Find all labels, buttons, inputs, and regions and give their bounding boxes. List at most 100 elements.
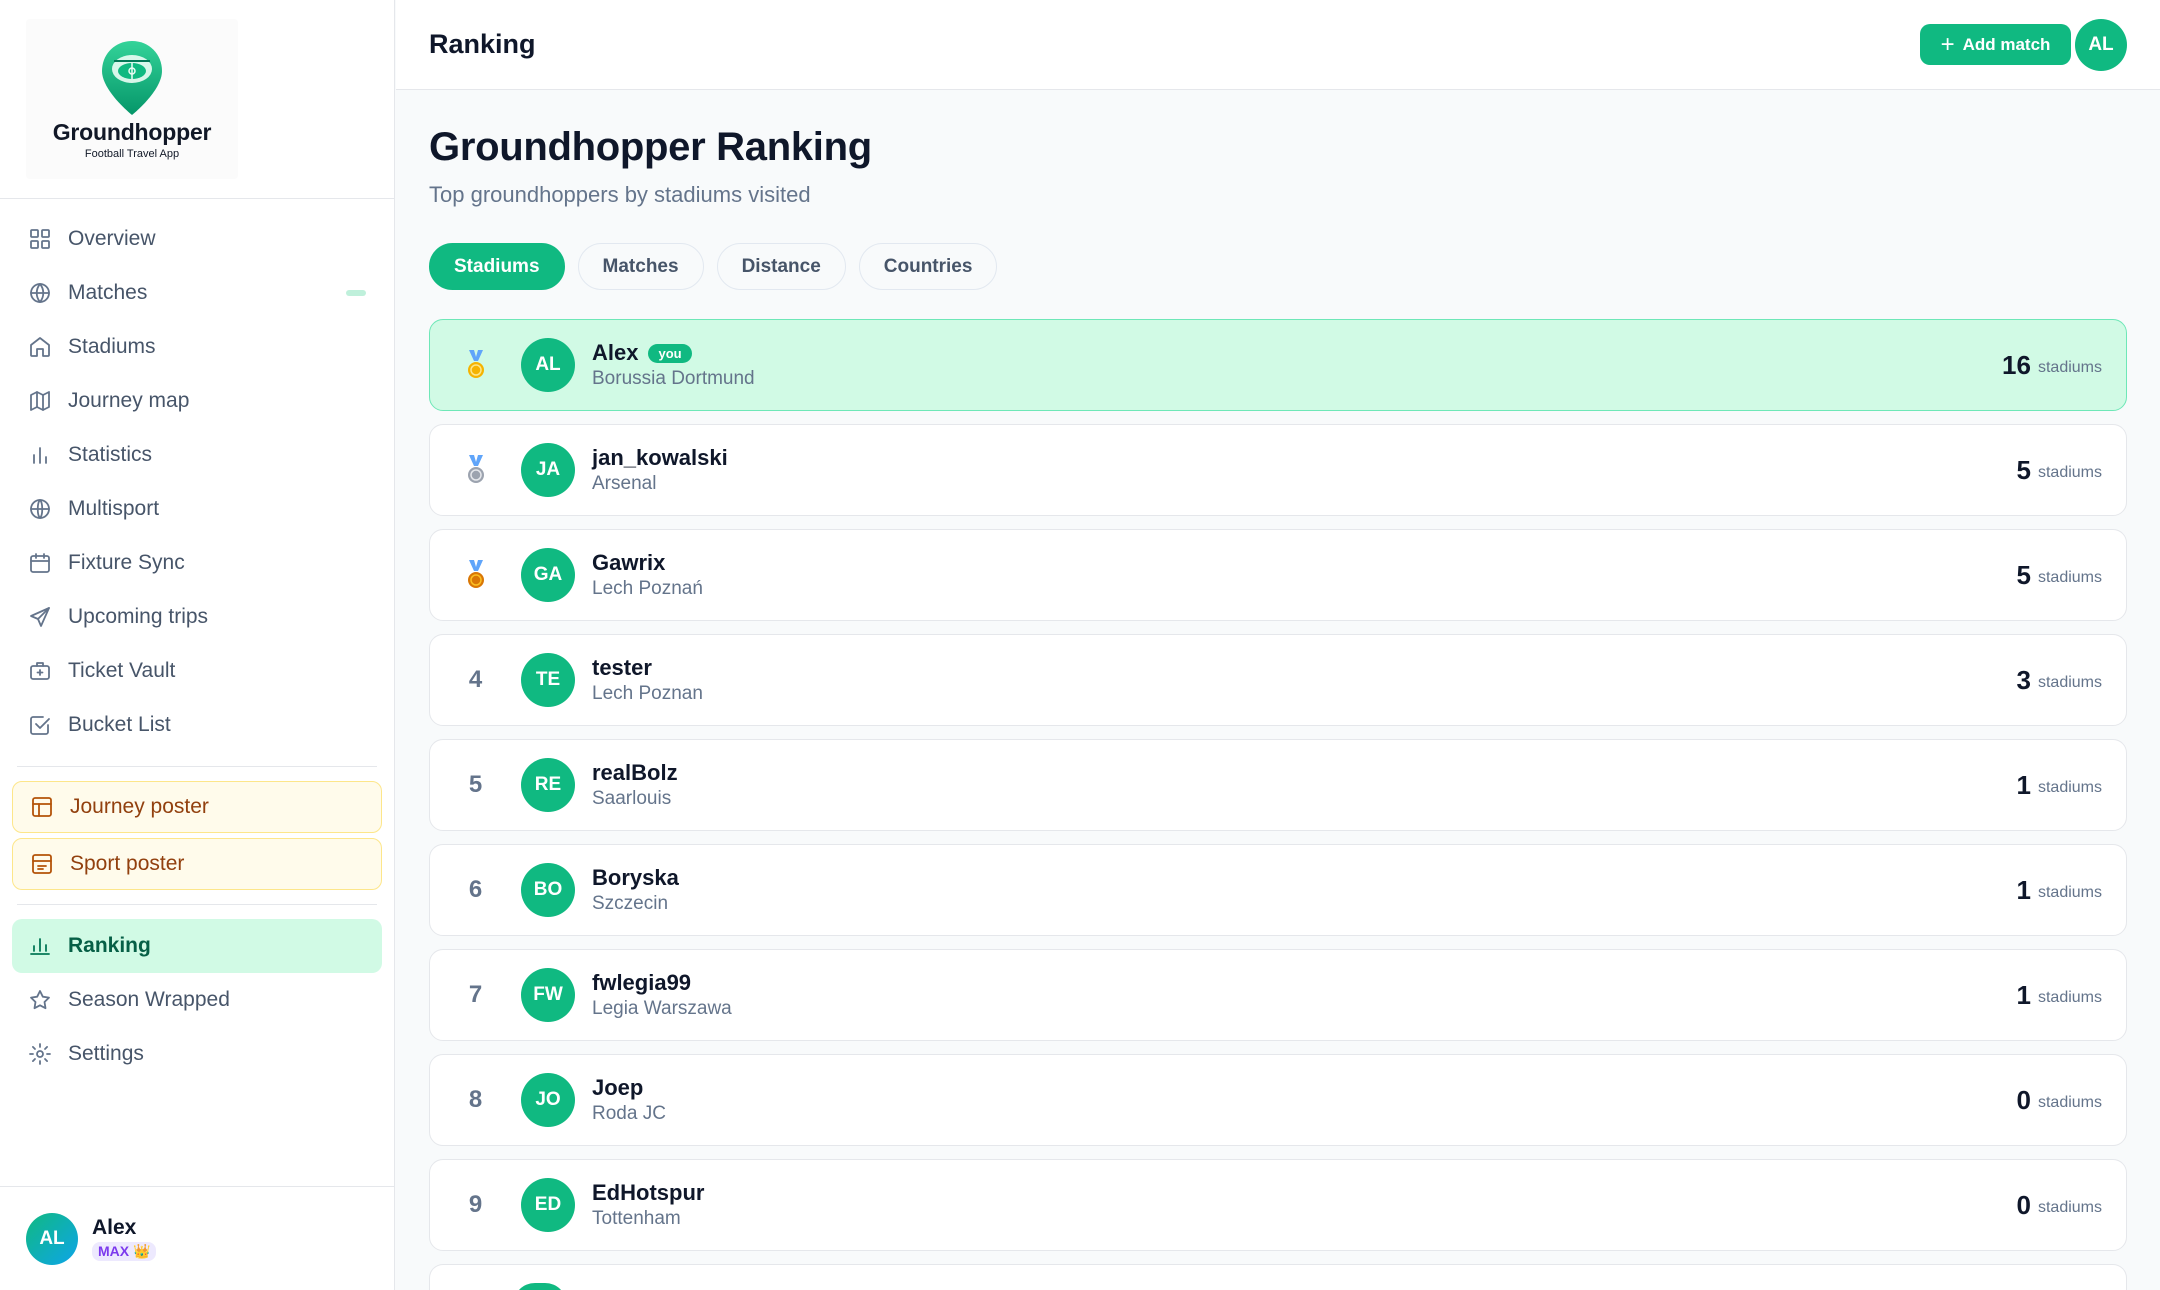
player-club: Tottenham <box>592 1208 681 1229</box>
stadium-count: 0 <box>2016 1189 2031 1220</box>
stadium-count: 16 <box>2002 349 2031 380</box>
page-subtitle: Top groundhoppers by stadiums visited <box>429 182 811 207</box>
player-club: Lech Poznań <box>592 578 703 599</box>
sidebar-item-label: Matches <box>68 281 148 304</box>
user-profile[interactable]: AL Alex MAX 👑 <box>0 1186 395 1290</box>
player-club: Szczecin <box>592 893 669 914</box>
count-unit: stadiums <box>2037 884 2102 901</box>
ranking-row[interactable]: 5 RE realBolz Saarlouis 1 stadiums <box>429 739 2127 831</box>
brand-subtitle: Football Travel App <box>84 147 180 160</box>
sidebar-item-upcoming-trips[interactable]: Upcoming trips <box>12 590 382 644</box>
sidebar-item-stadiums[interactable]: Stadiums <box>12 320 382 374</box>
topbar: Ranking + Add match AL <box>396 0 2160 90</box>
ranking-row[interactable]: 6 BO Boryska Szczecin 1 stadiums <box>429 844 2127 936</box>
avatar: TE <box>521 653 575 707</box>
brand-title: Groundhopper <box>52 118 212 145</box>
ranking-row[interactable]: 8 JO Joep Roda JC 0 stadiums <box>429 1054 2127 1146</box>
stadium-count: 0 <box>2016 1084 2031 1115</box>
player-name: EdHotspur <box>592 1180 705 1205</box>
app-logo[interactable]: Groundhopper Football Travel App <box>26 19 238 179</box>
sidebar-item-overview[interactable]: Overview <box>12 212 382 266</box>
player-name: Boryska <box>592 865 679 890</box>
user-name: Alex <box>92 1216 137 1239</box>
bar-chart-icon <box>33 447 47 464</box>
divider <box>17 766 377 767</box>
bronze-medal-icon <box>430 560 521 590</box>
sidebar-item-sport-poster[interactable]: Sport poster <box>12 838 382 890</box>
player-name: fwlegia99 <box>592 970 692 995</box>
add-match-button[interactable]: + Add match <box>1920 24 2071 65</box>
player-club: Legia Warszawa <box>592 998 732 1019</box>
sidebar-item-fixture-sync[interactable]: Fixture Sync <box>12 536 382 590</box>
sidebar-item-label: Fixture Sync <box>68 551 185 574</box>
player-club: Lech Poznan <box>592 683 703 704</box>
sidebar-item-label: Multisport <box>68 497 160 520</box>
sidebar-item-journey-map[interactable]: Journey map <box>12 374 382 428</box>
ranking-row[interactable]: 9 ED EdHotspur Tottenham 0 stadiums <box>429 1159 2127 1251</box>
ranking-row[interactable]: JA jan_kowalski Arsenal 5 stadiums <box>429 424 2127 516</box>
calendar-icon <box>30 553 50 573</box>
account-avatar[interactable]: AL <box>2075 19 2127 71</box>
avatar: AL <box>521 338 575 392</box>
add-match-label: Add match <box>1962 34 2051 54</box>
page-header-title: Ranking <box>429 29 536 59</box>
gold-medal-icon <box>430 350 521 380</box>
count-unit: stadiums <box>2037 1199 2102 1216</box>
ranking-row[interactable]: 4 TE tester Lech Poznan 3 stadiums <box>429 634 2127 726</box>
ranking-row[interactable]: 7 FW fwlegia99 Legia Warszawa 1 stadiums <box>429 949 2127 1041</box>
player-name: realBolz <box>592 760 678 785</box>
player-name: tester <box>592 655 652 680</box>
count-unit: stadiums <box>2037 464 2102 481</box>
sidebar-item-label: Ticket Vault <box>68 659 176 682</box>
briefcase-icon <box>30 662 50 680</box>
sidebar-item-ranking[interactable]: Ranking <box>12 919 382 973</box>
rank-number: 8 <box>468 1086 483 1113</box>
sidebar-item-matches[interactable]: Matches <box>12 266 382 320</box>
home-icon <box>30 337 50 357</box>
sidebar-item-ticket-vault[interactable]: Ticket Vault <box>12 644 382 698</box>
ranking-row-partial[interactable] <box>429 1264 2127 1290</box>
ranking-row[interactable]: GA Gawrix Lech Poznań 5 stadiums <box>429 529 2127 621</box>
avatar: GA <box>521 548 575 602</box>
rank-number: 9 <box>468 1191 483 1218</box>
sidebar-item-settings[interactable]: Settings <box>12 1027 382 1081</box>
player-club: Roda JC <box>592 1103 666 1124</box>
sidebar: Groundhopper Football Travel App Overvie… <box>0 0 395 1290</box>
map-icon <box>30 391 50 411</box>
gear-icon <box>29 1043 51 1065</box>
count-unit: stadiums <box>2037 674 2102 691</box>
star-icon <box>30 990 50 1010</box>
avatar <box>513 1283 567 1290</box>
avatar: RE <box>521 758 575 812</box>
sidebar-item-bucket-list[interactable]: Bucket List <box>12 698 382 752</box>
tab-distance[interactable]: Distance <box>716 243 846 290</box>
ranking-row[interactable]: AL Alex you Borussia Dortmund 16 stadium… <box>429 319 2127 411</box>
sidebar-item-season-wrapped[interactable]: Season Wrapped <box>12 973 382 1027</box>
rank-number: 7 <box>468 981 483 1008</box>
avatar: BO <box>521 863 575 917</box>
avatar: JA <box>521 443 575 497</box>
sidebar-item-multisport[interactable]: Multisport <box>12 482 382 536</box>
tab-matches[interactable]: Matches <box>577 243 704 290</box>
you-badge: you <box>648 343 692 363</box>
stadium-count: 1 <box>2016 874 2031 905</box>
sidebar-item-label: Season Wrapped <box>68 988 230 1011</box>
sidebar-item-label: Sport poster <box>70 852 185 875</box>
player-name: Gawrix <box>592 550 666 575</box>
stadium-count: 3 <box>2016 664 2031 695</box>
logo-area: Groundhopper Football Travel App <box>0 0 394 199</box>
tab-countries[interactable]: Countries <box>858 243 998 290</box>
avatar: JO <box>521 1073 575 1127</box>
plus-icon: + <box>1940 30 1955 58</box>
stadium-count: 5 <box>2016 559 2031 590</box>
player-club: Saarlouis <box>592 788 672 809</box>
stadium-count: 5 <box>2016 454 2031 485</box>
player-name: jan_kowalski <box>592 445 728 470</box>
player-name: Alex <box>592 340 639 365</box>
send-icon <box>30 607 50 627</box>
sidebar-item-journey-poster[interactable]: Journey poster <box>12 781 382 833</box>
globe-icon <box>30 499 50 519</box>
sidebar-item-statistics[interactable]: Statistics <box>12 428 382 482</box>
tab-stadiums[interactable]: Stadiums <box>429 243 565 290</box>
ranking-tabs: Stadiums Matches Distance Countries <box>429 243 2127 290</box>
